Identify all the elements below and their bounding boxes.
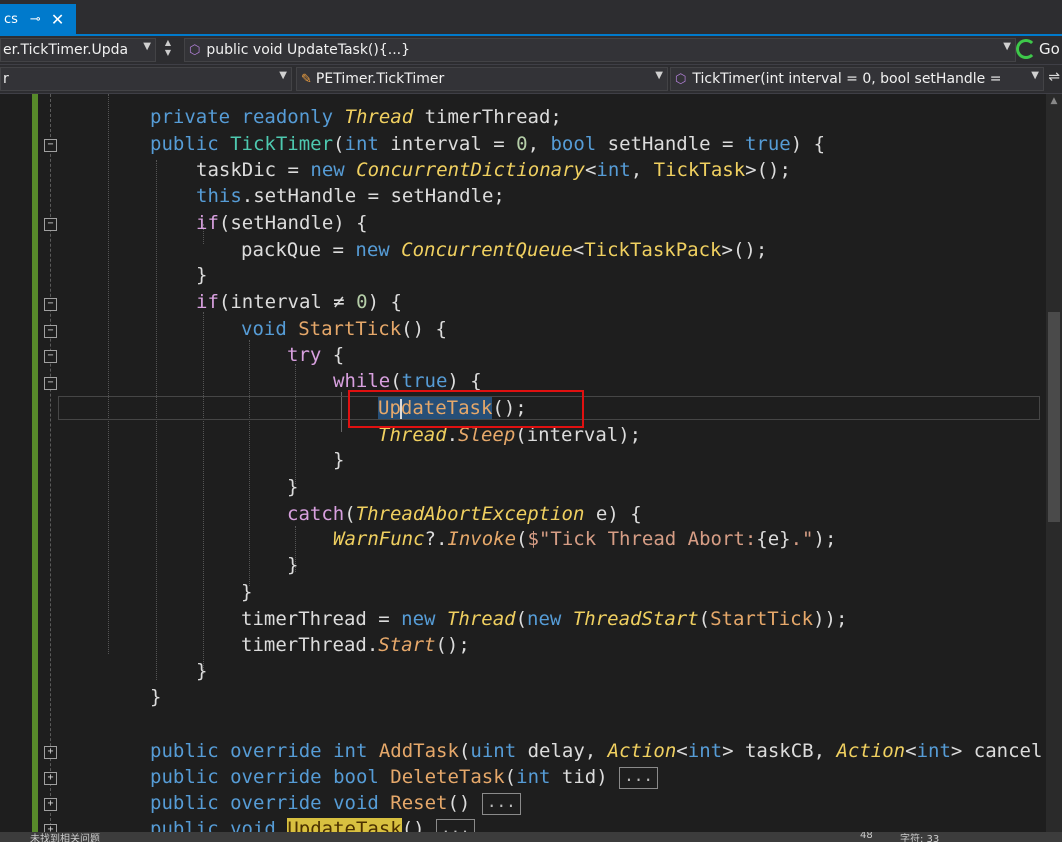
fold-toggle[interactable]: − [44,377,57,390]
indent-guide [156,160,157,680]
split-window-icon[interactable]: ⇌ [1048,69,1060,85]
indent-guide [108,94,109,654]
project-dropdown[interactable]: er.TickTimer.Upda ▼ [0,38,156,62]
fold-toggle[interactable]: − [44,139,57,152]
fold-toggle[interactable]: − [44,350,57,363]
status-bar: 未找到相关问题 48 字符: 33 [0,832,1062,842]
fold-toggle[interactable]: − [44,325,57,338]
code-line-17: WarnFunc?.Invoke($"Tick Thread Abort:{e}… [333,528,837,550]
tab-strip: cs ⊸ ✕ [0,0,1062,36]
vertical-scrollbar[interactable]: ▲ [1046,94,1062,836]
code-line-25: public override bool DeleteTask(int tid)… [150,764,658,790]
member-dropdown[interactable]: ⬡ public void UpdateTask(){...} ▼ [184,38,1016,62]
code-line-19: } [241,581,253,603]
collapsed-region[interactable]: ... [619,766,658,789]
chevron-down-icon: ▼ [655,70,663,81]
fold-toggle[interactable]: − [44,298,57,311]
code-line-16: catch(ThreadAbortException e) { [287,503,642,525]
scroll-up-icon[interactable]: ▲ [1048,96,1060,106]
outline-line [50,94,51,836]
expand-toggle[interactable]: + [44,772,57,785]
code-line-21: timerThread.Start(); [241,634,470,656]
project-scope-value: r [3,71,9,87]
chevron-down-icon: ▼ [1003,41,1011,52]
chevron-down-icon: ▼ [1031,70,1039,81]
code-line-7: } [196,264,208,286]
code-line-18: } [287,554,299,576]
code-line-10: try { [287,344,345,366]
expand-toggle[interactable]: + [44,798,57,811]
indent-guide [249,340,250,586]
code-line-15: } [287,476,299,498]
code-line-20: timerThread = new Thread(new ThreadStart… [241,608,848,630]
change-tracking-bar [32,94,38,836]
code-line-23: } [150,686,162,708]
code-line-14: } [333,449,345,471]
line-number-status: 48 [860,832,873,841]
type-navigation-bar: r ▼ ✎ PETimer.TickTimer ▼ ⬡ TickTimer(in… [0,65,1062,94]
issues-status[interactable]: 未找到相关问题 [30,832,100,842]
code-line-26: public override void Reset() ... [150,790,521,816]
go-label: Go [1039,40,1060,58]
document-tab-label: cs [4,11,18,27]
go-button[interactable]: Go [1016,38,1062,60]
chevron-down-icon: ▼ [143,41,151,52]
fold-toggle[interactable]: − [44,218,57,231]
code-editor[interactable]: − − − − − − + + + + private readonly Thr… [0,94,1062,836]
code-line-6: packQue = new ConcurrentQueue<TickTaskPa… [241,239,768,261]
code-line-2: public TickTimer(int interval = 0, bool … [150,133,826,155]
chevron-down-icon: ▼ [279,70,287,81]
go-refresh-icon [1016,39,1036,59]
method-cube-icon: ⬡ [675,71,687,87]
member-scope-value: TickTimer(int interval = 0, bool setHand… [692,71,1002,87]
code-line-9: void StartTick() { [241,318,447,340]
collapsed-region[interactable]: ... [481,792,521,815]
navigation-bar: er.TickTimer.Upda ▼ ▲ ▼ ⬡ public void Upd… [0,36,1062,65]
code-line-22: } [196,660,208,682]
code-line-1: private readonly Thread timerThread; [150,106,562,128]
annotation-highlight-box [348,390,584,428]
indent-guide [295,364,296,484]
close-icon[interactable]: ✕ [51,10,64,29]
member-dropdown-value: public void UpdateTask(){...} [206,42,411,58]
char-number-status: 字符: 33 [900,834,940,842]
pin-icon[interactable]: ⊸ [30,12,41,27]
code-line-4: this.setHandle = setHandle; [196,185,505,207]
type-dropdown-value: PETimer.TickTimer [315,71,445,87]
project-dropdown-value: er.TickTimer.Upda [3,42,129,58]
up-down-arrows-icon[interactable]: ▲ ▼ [159,38,177,60]
expand-toggle[interactable]: + [44,746,57,759]
code-line-5: if(setHandle) { [196,212,368,234]
code-line-24: public override int AddTask(uint delay, … [150,740,1043,762]
project-scope-dropdown[interactable]: r ▼ [0,67,292,91]
class-icon: ✎ [301,71,312,87]
code-line-3: taskDic = new ConcurrentDictionary<int, … [196,159,791,181]
code-line-8: if(interval ≠ 0) { [196,291,402,313]
scrollbar-thumb[interactable] [1048,312,1060,522]
member-scope-dropdown[interactable]: ⬡ TickTimer(int interval = 0, bool setHa… [670,67,1044,91]
method-cube-icon: ⬡ [189,42,201,58]
type-dropdown[interactable]: ✎ PETimer.TickTimer ▼ [296,67,668,91]
document-tab[interactable]: cs ⊸ ✕ [0,4,76,34]
indent-guide [203,312,204,674]
